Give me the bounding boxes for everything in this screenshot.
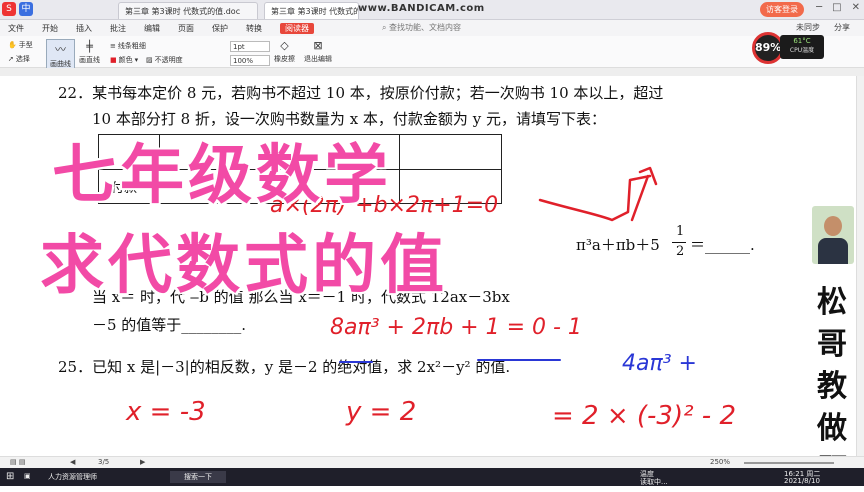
menu-insert[interactable]: 插入: [76, 23, 92, 34]
line-pen-tool[interactable]: ╪ 画直线: [76, 39, 103, 66]
menu-edit[interactable]: 编辑: [144, 23, 160, 34]
cpu-temp-value: 61°C: [793, 37, 811, 45]
close-icon[interactable]: ✕: [852, 2, 860, 13]
share-button[interactable]: 分享: [834, 22, 850, 33]
menu-reader[interactable]: 阅读器: [280, 22, 314, 34]
curve-icon: 〰: [55, 43, 66, 56]
exit-label: 退出编辑: [304, 55, 332, 63]
tab-pdf[interactable]: 第三章 第3课时 代数式的值.pdf: [264, 2, 359, 19]
tab-doc[interactable]: 第三章 第3课时 代数式的值.doc: [118, 2, 258, 19]
thickness-icon: ≡: [110, 42, 116, 50]
select-label: 选择: [15, 55, 30, 63]
q23-fraction-numerator: 1: [676, 224, 685, 239]
taskbar-app-label[interactable]: 人力资源管理师: [48, 472, 97, 482]
q23-answer-blank: ＝______.: [690, 236, 755, 254]
search-icon: ⌕: [382, 23, 390, 32]
fraction-bar: [672, 242, 686, 243]
taskbar-app-icon[interactable]: ▣: [24, 472, 31, 480]
opacity-value: 100%: [233, 56, 254, 65]
annotation-toolbar: ✋ 手型 ➚ 选择 〰画曲线 ╪ 画直线 ≡ 线条粗细 ■ 颜色 ▾ ▨ 不透明度 1pt 1…: [0, 36, 864, 71]
q22-line1: 22．某书每本定价 8 元，若购书不超过 10 本，按原价付款；若一次购书 10…: [58, 84, 664, 102]
menu-right: 未同步 分享: [796, 22, 850, 33]
presenter-avatar: [812, 206, 854, 264]
title-bar: S 中 第三章 第3课时 代数式的值.doc 第三章 第3课时 代数式的值.pd…: [0, 0, 864, 20]
ime-mode-label: 中: [19, 2, 33, 16]
bandicam-watermark: www.BANDICAM.com: [358, 3, 485, 14]
status-bar: ▤ ▤ ◀ 3/5 ▶ 250%: [0, 456, 864, 468]
select-tool[interactable]: ➚ 选择: [8, 54, 30, 64]
name-char: 做: [817, 411, 847, 446]
opacity-label: 不透明度: [154, 56, 183, 64]
thickness-value: 1pt: [233, 42, 245, 51]
cpu-percent: 89%: [755, 41, 782, 54]
curve-pen-tool[interactable]: 〰画曲线: [46, 39, 75, 71]
ruler: [0, 68, 864, 76]
eraser-tool[interactable]: ◇ 橡皮擦: [274, 39, 295, 64]
vertical-scrollbar[interactable]: [856, 76, 864, 456]
line-label: 画直线: [79, 56, 100, 64]
q24-line2: －5 的值等于________.: [92, 316, 247, 334]
cpu-temp-widget: 61°C CPU温度: [780, 35, 824, 59]
ime-indicator[interactable]: S 中: [2, 2, 33, 16]
next-page-icon[interactable]: ▶: [140, 458, 145, 466]
cursor-icon: ➚: [8, 55, 14, 63]
q23-expression: π³a＋πb＋5: [576, 236, 660, 254]
page-indicator[interactable]: 3/5: [98, 458, 109, 466]
thickness-select[interactable]: 1pt: [230, 41, 270, 52]
windows-start-icon[interactable]: ⊞: [6, 471, 14, 482]
menu-page[interactable]: 页面: [178, 23, 194, 34]
minimize-icon[interactable]: ─: [816, 2, 822, 13]
shirt-icon: [818, 238, 848, 264]
zoom-level[interactable]: 250%: [710, 458, 730, 466]
line-icon: ╪: [86, 40, 93, 53]
feature-search[interactable]: ⌕ 查找功能、文档内容: [382, 22, 461, 33]
overlay-title-topic: 求代数式的值: [39, 228, 448, 305]
table-col-divider: [399, 135, 400, 203]
sogou-icon: S: [2, 2, 16, 16]
thickness-label: 线条粗细: [117, 42, 146, 50]
menu-convert[interactable]: 转换: [246, 23, 262, 34]
hand-icon: ✋: [8, 41, 17, 49]
exit-icon: ⊠: [313, 39, 323, 52]
thickness-label-group: ≡ 线条粗细: [110, 41, 146, 51]
face-icon: [824, 216, 842, 236]
q23-fraction-denominator: 2: [676, 244, 685, 259]
menu-protect[interactable]: 保护: [212, 23, 228, 34]
prev-page-icon[interactable]: ◀: [70, 458, 75, 466]
cpu-temp-label: CPU温度: [789, 47, 815, 54]
zoom-slider[interactable]: [744, 462, 834, 464]
opacity-select[interactable]: 100%: [230, 55, 270, 66]
search-placeholder: 查找功能、文档内容: [389, 23, 462, 32]
maximize-icon[interactable]: □: [832, 2, 841, 13]
menu-file[interactable]: 文件: [8, 23, 24, 34]
name-char: 松: [817, 285, 847, 320]
overlay-title-grade: 七年级数学: [51, 138, 392, 215]
sync-status[interactable]: 未同步: [796, 22, 820, 33]
menu-comment[interactable]: 批注: [110, 23, 126, 34]
color-label: 颜色: [118, 56, 133, 64]
taskbar: ⊞ ▣ 人力资源管理师 搜索一下 温度 读取中... 16:21 周二 2021…: [0, 468, 864, 486]
window-controls: ─ □ ✕: [816, 2, 860, 13]
login-button[interactable]: 访客登录: [760, 2, 804, 17]
eraser-label: 橡皮擦: [274, 55, 295, 63]
opacity-icon: ▨: [146, 56, 153, 64]
clock-date[interactable]: 2021/8/10: [784, 477, 820, 485]
name-char: 教: [817, 369, 847, 404]
hand-tool[interactable]: ✋ 手型: [8, 40, 33, 50]
color-picker[interactable]: ■ 颜色 ▾: [110, 55, 138, 65]
chevron-down-icon: ▾: [134, 56, 139, 64]
opacity-label-group: ▨ 不透明度: [146, 55, 183, 65]
menu-home[interactable]: 开始: [42, 23, 58, 34]
exit-edit-button[interactable]: ⊠ 退出编辑: [304, 39, 332, 64]
eraser-icon: ◇: [280, 39, 289, 52]
name-char: 哥: [817, 327, 847, 362]
thumbnail-icon[interactable]: ▤ ▤: [10, 458, 25, 466]
hand-label: 手型: [18, 41, 33, 49]
taskbar-search[interactable]: 搜索一下: [170, 471, 226, 483]
q25-line: 25．已知 x 是|－3|的相反数，y 是－2 的绝对值，求 2x²－y² 的值…: [58, 358, 511, 376]
color-swatch-icon: ■: [110, 56, 117, 64]
